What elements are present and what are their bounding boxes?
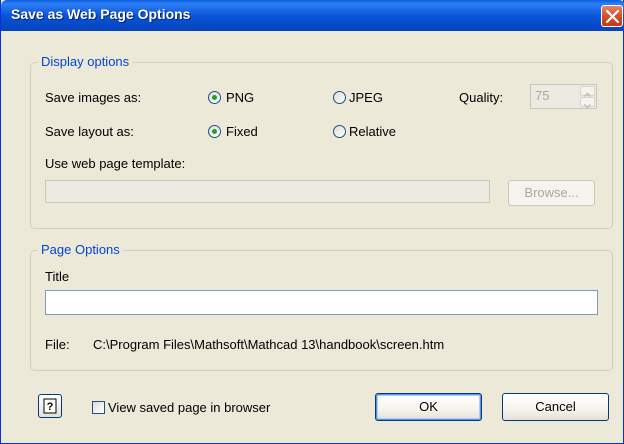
ok-button-label: OK [419, 399, 438, 414]
jpeg-radio[interactable] [333, 91, 346, 104]
template-field [45, 180, 490, 203]
view-in-browser-checkbox[interactable] [92, 401, 105, 414]
cancel-button[interactable]: Cancel [502, 393, 609, 421]
png-radio[interactable] [208, 91, 221, 104]
ok-button[interactable]: OK [375, 393, 482, 421]
spin-up-button [580, 86, 595, 98]
quality-label: Quality: [459, 90, 504, 105]
dialog-window: Save as Web Page Options Display options… [0, 0, 624, 444]
file-label: File: [45, 337, 70, 352]
display-options-legend: Display options [38, 54, 133, 69]
dialog-title: Save as Web Page Options [11, 6, 191, 22]
browse-button-label: Browse... [524, 185, 579, 200]
title-input[interactable] [45, 290, 598, 315]
template-label: Use web page template: [45, 156, 186, 171]
cancel-button-label: Cancel [535, 399, 576, 414]
jpeg-label[interactable]: JPEG [349, 90, 383, 105]
fixed-radio[interactable] [208, 125, 221, 138]
file-path: C:\Program Files\Mathsoft\Mathcad 13\han… [93, 337, 445, 352]
help-icon: ? [43, 398, 57, 414]
relative-radio[interactable] [333, 125, 346, 138]
save-layout-label: Save layout as: [45, 124, 134, 139]
fixed-label[interactable]: Fixed [226, 124, 258, 139]
help-glyph: ? [47, 401, 54, 413]
page-options-legend: Page Options [38, 242, 123, 257]
quality-value: 75 [535, 88, 550, 103]
title-bar[interactable]: Save as Web Page Options [1, 0, 624, 31]
close-icon [606, 10, 619, 23]
chevron-down-icon [583, 103, 592, 109]
spin-down-button [580, 97, 595, 109]
title-label: Title [45, 269, 70, 284]
save-images-label: Save images as: [45, 90, 142, 105]
close-button[interactable] [601, 5, 623, 27]
png-label[interactable]: PNG [226, 90, 254, 105]
relative-label[interactable]: Relative [349, 124, 396, 139]
quality-spin-buttons [580, 86, 595, 109]
quality-spinner: 75 [530, 84, 597, 109]
view-in-browser-label[interactable]: View saved page in browser [108, 400, 270, 415]
help-button[interactable]: ? [38, 394, 62, 418]
browse-button: Browse... [508, 180, 595, 206]
